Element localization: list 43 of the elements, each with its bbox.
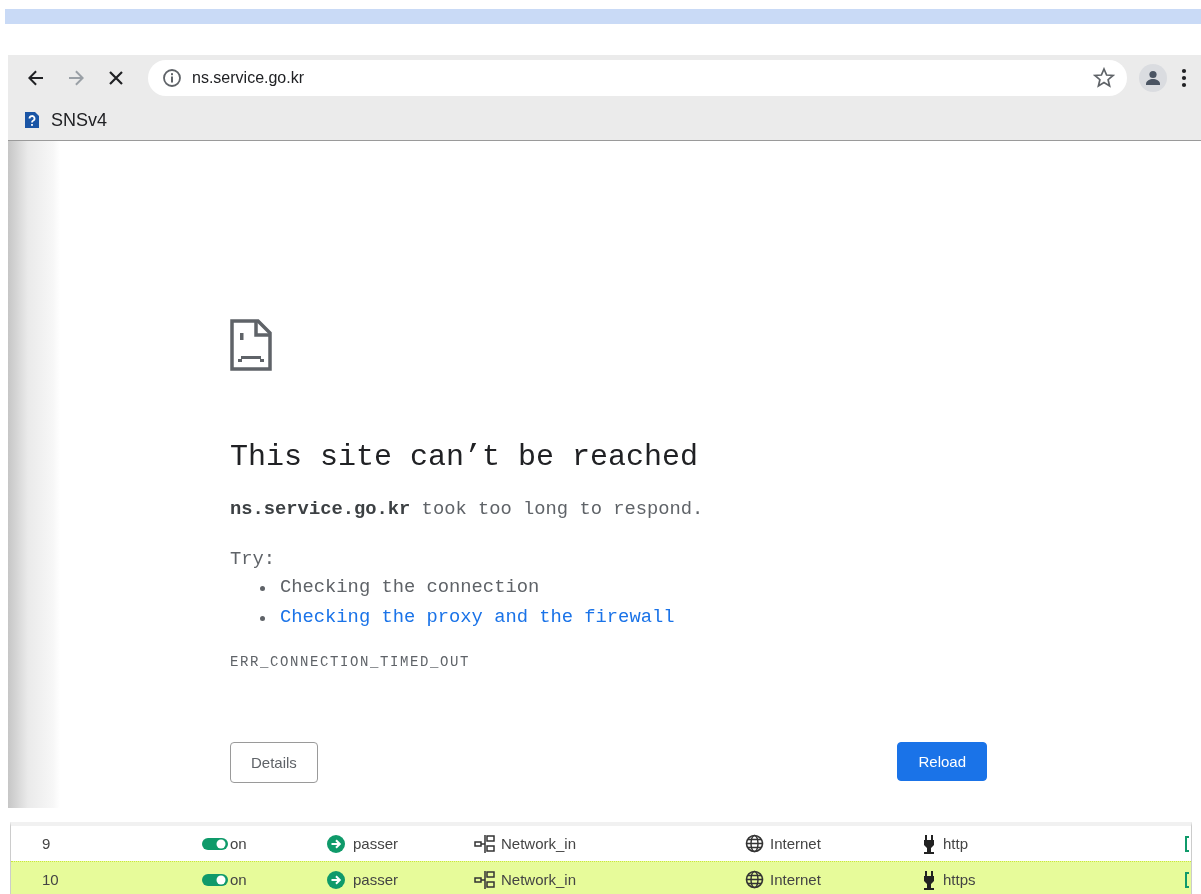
table-cell: 10: [42, 871, 59, 888]
table-row[interactable]: 10 on passer Network_in Internet https: [11, 861, 1191, 894]
error-heading: This site can’t be reached: [230, 440, 700, 474]
table-cell: Network_in: [501, 835, 577, 852]
toggle-switch[interactable]: [202, 836, 228, 851]
table-cell: Internet: [770, 835, 821, 852]
table-cell: passer: [353, 871, 399, 888]
plug-icon: [923, 869, 935, 890]
network-icon: [474, 869, 496, 890]
table-cell: https: [943, 871, 976, 888]
table-cell: 9: [42, 835, 51, 852]
reload-button[interactable]: Reload: [897, 742, 987, 781]
arrow-circle-icon: [326, 869, 346, 890]
help-page-icon: [24, 111, 40, 129]
info-icon: [162, 67, 182, 88]
star-icon[interactable]: [1093, 66, 1115, 89]
error-code: ERR_CONNECTION_TIMED_OUT: [230, 654, 472, 670]
toggle-switch[interactable]: [202, 872, 228, 887]
try-label: Try:: [230, 548, 277, 570]
menu-icon[interactable]: [1181, 67, 1187, 88]
network-icon: [474, 833, 496, 854]
globe-icon: [745, 870, 764, 889]
url-text: ns.service.go.kr: [192, 68, 306, 87]
suggestion-text: Checking the connection: [280, 576, 540, 598]
table-cell: on: [230, 835, 247, 852]
table-cell: Internet: [770, 871, 821, 888]
suggestion-link[interactable]: Checking the proxy and the firewall: [280, 606, 675, 628]
table-cell: Network_in: [501, 871, 577, 888]
address-bar[interactable]: ns.service.go.kr: [148, 59, 1127, 96]
plug-icon: [923, 833, 935, 854]
table-cell: on: [230, 871, 247, 888]
bracket-icon: [1185, 836, 1189, 852]
profile-icon[interactable]: [1139, 63, 1167, 92]
sad-page-icon: [230, 319, 272, 371]
bracket-icon: [1185, 872, 1189, 888]
details-button[interactable]: Details: [230, 742, 318, 783]
bookmark[interactable]: SNSv4: [24, 109, 108, 131]
arrow-circle-icon: [326, 833, 346, 854]
table-row[interactable]: 9 on passer Network_in Internet http: [11, 826, 1191, 861]
error-message: ns.service.go.kr took too long to respond.: [230, 498, 705, 520]
table-cell: http: [943, 835, 969, 852]
globe-icon: [745, 834, 764, 853]
table-cell: passer: [353, 835, 399, 852]
